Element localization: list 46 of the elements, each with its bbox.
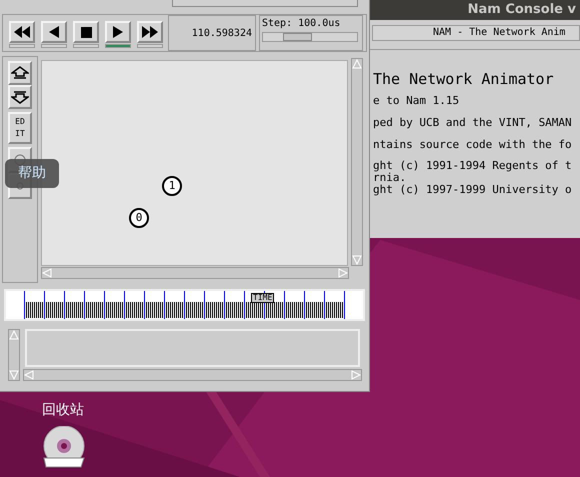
horizontal-scrollbar[interactable] <box>23 369 362 381</box>
desktop-icon-label[interactable]: 回收站 <box>42 400 84 421</box>
window-title: Nam Console v <box>468 1 576 20</box>
console-line: ght (c) 1997-1999 University o <box>373 184 573 196</box>
tooltip: 帮助 <box>5 159 59 188</box>
down-arrow-icon <box>9 370 19 380</box>
dvd-icon[interactable] <box>42 426 86 468</box>
play-icon <box>113 26 123 38</box>
back-button[interactable] <box>41 21 67 43</box>
edit-button[interactable]: EDIT <box>8 112 32 144</box>
console-line: ped by UCB and the VINT, SAMAN <box>373 116 573 130</box>
stop-button[interactable] <box>73 21 99 43</box>
left-arrow-icon <box>24 370 34 380</box>
left-arrow-icon <box>42 268 52 278</box>
console-line: The Network Animator <box>373 70 555 88</box>
zoom-out-button[interactable] <box>8 85 32 109</box>
right-arrow-icon <box>351 370 361 380</box>
console-line: e to Nam 1.15 <box>373 94 460 108</box>
header-field: NAM - The Network Anim <box>372 25 580 41</box>
rewind-button[interactable] <box>9 21 35 43</box>
console-line: rnia. <box>373 172 408 184</box>
vertical-scrollbar[interactable] <box>351 58 363 266</box>
down-arrow-icon <box>352 255 362 265</box>
console-line: ght (c) 1991-1994 Regents of t <box>373 160 573 172</box>
zoom-in-button[interactable] <box>8 61 32 85</box>
time-marker[interactable]: TIME <box>251 293 274 303</box>
right-arrow-icon <box>338 268 348 278</box>
step-slider[interactable] <box>262 32 358 42</box>
fast-forward-icon <box>142 26 158 38</box>
up-arrow-icon <box>352 59 362 69</box>
network-node[interactable]: 0 <box>129 208 149 228</box>
step-back-icon <box>49 26 59 38</box>
step-label: Step: 100.0us <box>262 18 342 30</box>
vertical-scrollbar[interactable] <box>8 329 20 381</box>
play-button[interactable] <box>105 21 131 43</box>
stop-icon <box>80 26 92 38</box>
down-arrow-icon <box>11 90 29 104</box>
network-node[interactable]: 1 <box>162 176 182 196</box>
up-arrow-icon <box>9 330 19 340</box>
forward-button[interactable] <box>137 21 163 43</box>
console-line: ntains source code with the fo <box>373 138 573 152</box>
rewind-icon <box>14 26 30 38</box>
slider-thumb[interactable] <box>283 33 312 41</box>
up-arrow-icon <box>11 66 29 80</box>
time-display: 110.598324 <box>168 15 256 51</box>
horizontal-scrollbar[interactable] <box>41 267 349 279</box>
